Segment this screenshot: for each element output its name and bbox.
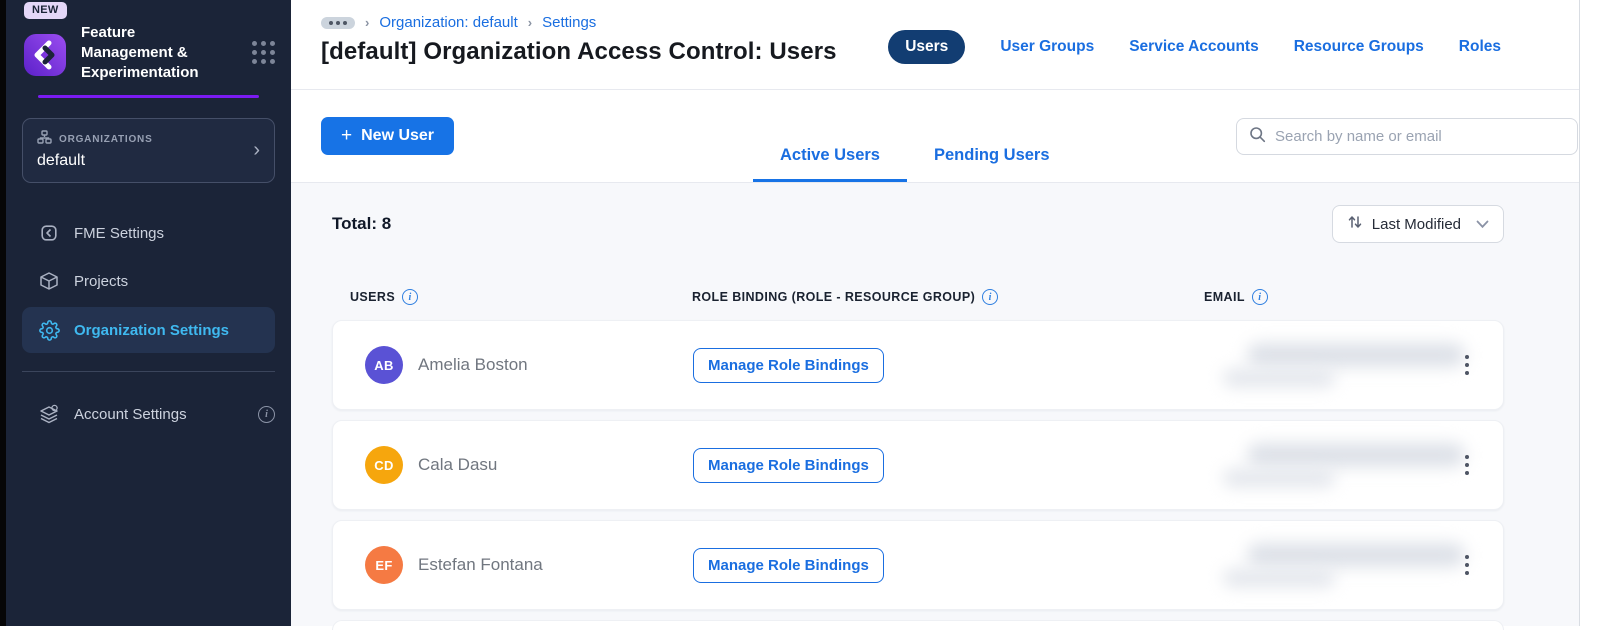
tab-user-groups[interactable]: User Groups — [1000, 38, 1094, 56]
new-user-button[interactable]: + New User — [321, 117, 455, 155]
tab-resource-groups[interactable]: Resource Groups — [1294, 38, 1424, 56]
sidebar-item-projects[interactable]: Projects — [6, 257, 291, 305]
breadcrumb-organization-link[interactable]: Organization: default — [379, 14, 517, 31]
chevron-right-icon: › — [253, 139, 260, 162]
sidebar-item-label: Account Settings — [74, 405, 187, 423]
tab-users[interactable]: Users — [888, 30, 966, 64]
chevron-right-icon: › — [527, 15, 533, 30]
sidebar-header: NEW Feature Management & Experimentation — [6, 0, 291, 99]
organizations-label: ORGANIZATIONS — [59, 134, 153, 146]
row-menu-kebab-icon[interactable] — [1461, 351, 1473, 379]
blurred-email-line — [1223, 369, 1335, 387]
tab-service-accounts[interactable]: Service Accounts — [1129, 38, 1259, 56]
sidebar-item-label: FME Settings — [74, 224, 165, 242]
email-redacted — [1205, 535, 1485, 595]
sidebar-item-fme-settings[interactable]: FME Settings — [6, 209, 291, 257]
breadcrumb-ellipsis-icon[interactable] — [321, 16, 355, 29]
column-header-email: EMAIL — [1204, 290, 1245, 304]
organization-selector[interactable]: ORGANIZATIONS default › — [22, 118, 275, 184]
sidebar-divider — [22, 371, 275, 373]
user-name: Amelia Boston — [418, 355, 528, 374]
org-hierarchy-icon — [37, 130, 52, 149]
search-input[interactable] — [1275, 128, 1565, 145]
user-state-tabs: Active Users Pending Users — [753, 146, 1077, 182]
blurred-email-line — [1223, 469, 1335, 487]
chevron-down-icon — [1476, 216, 1489, 233]
users-list-section: Total: 8 Last Modified USERS i ROLE BINDI… — [291, 183, 1579, 630]
avatar: AB — [365, 346, 403, 384]
manage-role-bindings-button[interactable]: Manage Role Bindings — [693, 447, 884, 483]
brand-accent-line — [38, 95, 259, 99]
gear-icon — [38, 319, 60, 341]
users-table: AB Amelia Boston Manage Role Bindings CD… — [332, 320, 1504, 630]
organization-value: default — [37, 152, 86, 170]
chevron-right-icon: › — [365, 15, 370, 30]
sidebar-item-label: Projects — [74, 272, 129, 290]
page-header: › Organization: default › Settings [defa… — [291, 0, 1579, 90]
blurred-email-line — [1247, 443, 1465, 467]
user-name: Estefan Fontana — [418, 555, 543, 574]
sort-arrows-icon — [1347, 214, 1363, 234]
email-redacted — [1205, 435, 1485, 495]
avatar: CD — [365, 446, 403, 484]
info-icon[interactable]: i — [402, 289, 419, 305]
manage-role-bindings-button[interactable]: Manage Role Bindings — [693, 347, 884, 383]
column-header-users: USERS — [350, 290, 396, 304]
box-icon — [38, 270, 60, 292]
search-box — [1236, 118, 1578, 155]
blurred-email-line — [1223, 569, 1335, 587]
user-name: Cala Dasu — [418, 455, 498, 474]
breadcrumb: › Organization: default › Settings — [321, 14, 1549, 31]
info-icon[interactable]: i — [258, 405, 275, 423]
blurred-email-line — [1247, 343, 1465, 367]
email-redacted — [1205, 335, 1485, 395]
sort-dropdown[interactable]: Last Modified — [1331, 205, 1504, 243]
new-user-button-label: New User — [361, 127, 435, 144]
new-badge: NEW — [24, 2, 67, 19]
row-menu-kebab-icon[interactable] — [1461, 451, 1473, 479]
fme-settings-icon — [38, 222, 60, 244]
tab-pending-users[interactable]: Pending Users — [907, 146, 1077, 182]
table-row-partial — [332, 620, 1504, 630]
row-menu-kebab-icon[interactable] — [1461, 551, 1473, 579]
layers-gear-icon — [38, 403, 60, 425]
info-icon[interactable]: i — [982, 289, 999, 305]
info-icon[interactable]: i — [1251, 289, 1268, 305]
sidebar-item-label: Organization Settings — [74, 321, 230, 339]
tab-roles[interactable]: Roles — [1459, 38, 1501, 56]
toolbar: + New User Active Users Pending Users — [291, 90, 1579, 183]
sidebar-nav: FME Settings Projects Organization Setti… — [6, 209, 291, 438]
split-logo-icon — [22, 30, 68, 76]
total-count: Total: 8 — [332, 214, 392, 233]
table-header-row: USERS i ROLE BINDING (ROLE - RESOURCE GRO… — [332, 289, 1504, 305]
search-icon — [1249, 126, 1266, 148]
tab-active-users[interactable]: Active Users — [753, 146, 907, 182]
table-row: CD Cala Dasu Manage Role Bindings — [332, 420, 1504, 510]
avatar: EF — [365, 546, 403, 584]
sort-dropdown-label: Last Modified — [1371, 215, 1461, 233]
access-control-tabs: Users User Groups Service Accounts Resou… — [888, 30, 1501, 64]
manage-role-bindings-button[interactable]: Manage Role Bindings — [693, 547, 884, 583]
app-switcher-icon[interactable] — [252, 41, 275, 65]
main-panel: › Organization: default › Settings [defa… — [291, 0, 1580, 630]
plus-icon: + — [341, 125, 353, 147]
product-title: Feature Management & Experimentation — [81, 24, 199, 81]
sidebar-item-organization-settings[interactable]: Organization Settings — [22, 307, 275, 354]
breadcrumb-settings-link[interactable]: Settings — [542, 14, 596, 31]
sidebar-item-account-settings[interactable]: Account Settings i — [6, 390, 291, 438]
blurred-email-line — [1247, 543, 1465, 567]
table-row: EF Estefan Fontana Manage Role Bindings — [332, 520, 1504, 610]
sidebar: NEW Feature Management & Experimentation — [6, 0, 291, 626]
table-row: AB Amelia Boston Manage Role Bindings — [332, 320, 1504, 410]
column-header-role-binding: ROLE BINDING (ROLE - RESOURCE GROUP) — [692, 290, 976, 304]
